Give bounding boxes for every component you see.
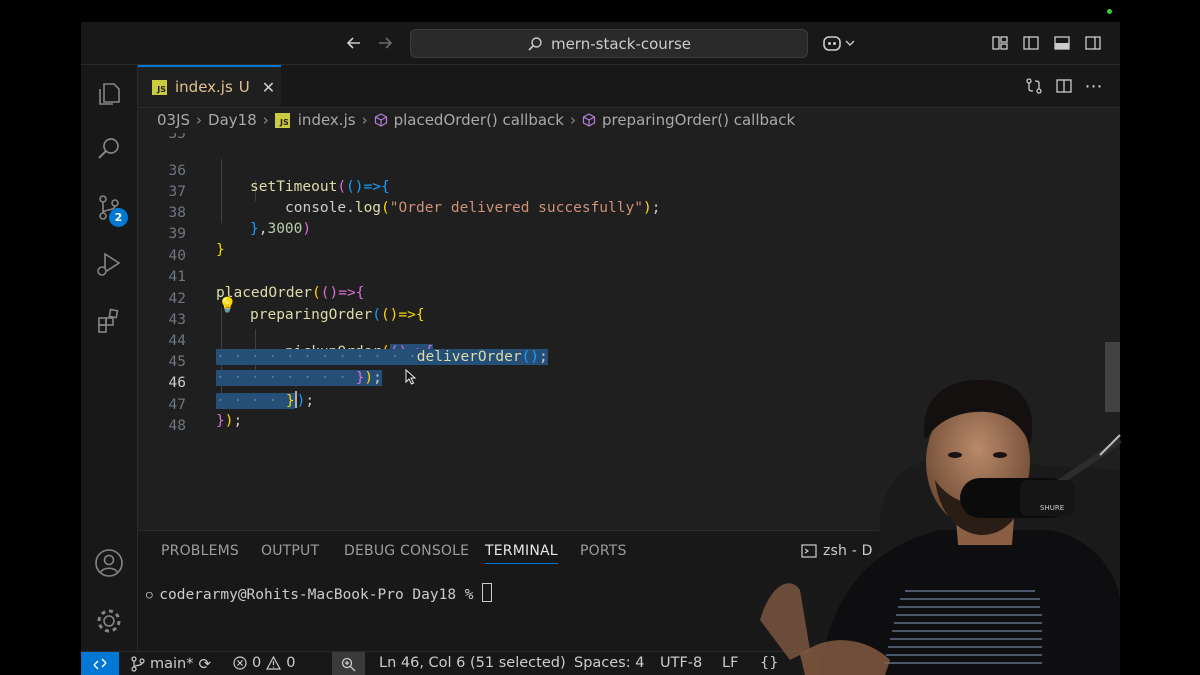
terminal-cursor [482,583,493,602]
chevron-right-icon: › [196,111,203,129]
javascript-file-icon: JS [152,79,167,95]
editor-scrollbar[interactable] [1105,342,1120,412]
breadcrumb-item-symbol[interactable]: placedOrder() callback [394,111,564,129]
accounts-icon[interactable] [93,547,125,579]
more-actions-icon[interactable]: ⋯ [1083,75,1105,97]
chevron-right-icon: › [262,111,269,129]
remote-indicator-icon[interactable] [81,652,119,675]
code-editor[interactable]: 35 36 setTimeout(()=>{ 37 console.log("O… [138,133,1120,529]
activity-bar: 2 [81,65,138,651]
customize-layout-icon[interactable] [989,31,1011,55]
command-center-search[interactable]: mern-stack-course [410,29,808,58]
toggle-panel-icon[interactable] [1051,31,1073,55]
arrow-left-icon[interactable] [343,31,365,55]
tab-ports[interactable]: PORTS [580,543,627,559]
branch-indicator[interactable]: main* ⟳ [131,655,211,673]
chevron-right-icon: › [361,111,368,129]
open-changes-icon[interactable] [1023,75,1045,97]
split-editor-icon[interactable] [1053,75,1075,97]
tab-debug-console[interactable]: DEBUG CONSOLE [344,543,469,559]
problems-indicator[interactable]: 0 0 [233,655,295,671]
recording-dot [1107,9,1112,14]
javascript-file-icon: JS [274,112,290,128]
breadcrumb-item-file[interactable]: index.js [298,111,356,129]
chevron-right-icon: › [569,111,576,129]
warning-icon [266,656,282,670]
breadcrumb-item-folder[interactable]: 03JS [157,111,190,129]
search-label: mern-stack-course [550,34,692,53]
method-cube-icon [374,113,387,127]
search-icon [528,36,542,51]
branch-icon [131,656,145,672]
top-black-strip [0,0,1200,22]
error-icon [233,656,247,670]
lightbulb-icon[interactable]: 💡 [218,296,237,314]
zoom-indicator[interactable] [332,652,365,675]
run-debug-icon[interactable] [93,248,125,280]
toggle-sidebar-icon[interactable] [1020,31,1042,55]
terminal-label: zsh - D [823,543,873,559]
toggle-secondary-sidebar-icon[interactable] [1082,31,1104,55]
method-cube-icon [582,113,596,127]
status-bar: main* ⟳ 0 0 Ln 46, Col 6 (51 selected) S… [81,651,1120,675]
terminal-instance[interactable]: zsh - D [801,543,873,559]
tab-index-js[interactable]: JS index.js U ✕ [138,65,281,107]
source-control-badge: 2 [109,208,128,227]
indentation[interactable]: Spaces: 4 [574,655,644,671]
extensions-icon[interactable] [93,305,125,337]
tab-untracked-status: U [238,78,250,96]
zoom-in-icon [341,657,356,671]
bottom-panel: PROBLEMS OUTPUT DEBUG CONSOLE TERMINAL P… [138,530,1120,652]
tab-filename: index.js [175,78,233,96]
line-number: 35 [168,133,186,142]
tab-problems[interactable]: PROBLEMS [161,543,239,559]
breadcrumb: 03JS › Day18 › JS index.js › placedOrder… [138,108,1120,132]
end-of-line[interactable]: LF [722,655,738,671]
vscode-window: mern-stack-course 2 JS index.js U ✕ ⋯ 03… [81,22,1120,675]
arrow-right-icon[interactable] [374,31,396,55]
line-number: 48 [168,418,186,434]
terminal-output[interactable]: ○ coderarmy@Rohits-MacBook-Pro Day18 % [146,583,493,603]
error-count: 0 [252,655,262,671]
tab-output[interactable]: OUTPUT [261,543,319,559]
language-mode[interactable]: {} [760,655,778,671]
explorer-icon[interactable] [93,78,125,110]
tab-terminal[interactable]: TERMINAL [485,543,558,564]
search-icon[interactable] [93,133,125,165]
manage-gear-icon[interactable] [93,605,125,637]
mouse-pointer-icon [405,369,417,385]
branch-name: main* [150,656,194,672]
close-icon[interactable]: ✕ [262,78,275,97]
breadcrumb-item-folder[interactable]: Day18 [208,111,257,129]
encoding[interactable]: UTF-8 [660,655,702,671]
warning-count: 0 [286,655,296,671]
copilot-icon[interactable] [821,31,857,55]
title-bar: mern-stack-course [81,22,1120,65]
editor-tab-bar: JS index.js U ✕ ⋯ [138,65,1120,108]
cursor-position[interactable]: Ln 46, Col 6 (51 selected) [379,655,566,671]
terminal-prompt: coderarmy@Rohits-MacBook-Pro Day18 % [159,587,483,603]
breadcrumb-item-symbol[interactable]: preparingOrder() callback [602,111,795,129]
sync-icon[interactable]: ⟳ [198,655,211,673]
terminal-icon [801,544,817,558]
